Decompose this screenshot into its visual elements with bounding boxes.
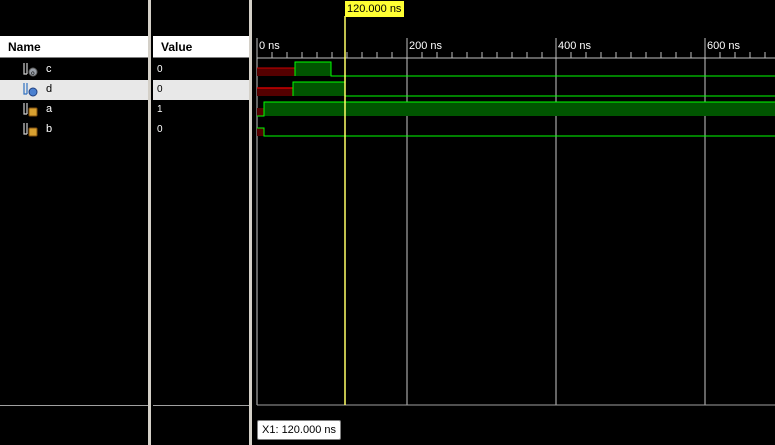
signal-value-c: 0 xyxy=(157,64,163,75)
signal-name-c: c xyxy=(46,63,52,75)
signal-value-a: 1 xyxy=(157,104,163,115)
panel-divider-left[interactable] xyxy=(148,0,151,445)
cursor-time-label[interactable]: 120.000 ns xyxy=(345,1,405,17)
signal-value-d: 0 xyxy=(157,84,163,95)
waveform-a xyxy=(257,101,775,117)
tick-label-400: 400 ns xyxy=(558,40,592,52)
waveform-b xyxy=(257,127,775,137)
tick-label-600: 600 ns xyxy=(707,40,741,52)
signal-input-icon xyxy=(22,102,40,118)
value-cell-b: 0 xyxy=(153,120,249,140)
tick-label-0: 0 ns xyxy=(259,40,280,52)
name-header-label: Name xyxy=(8,40,41,54)
signal-name-a: a xyxy=(46,103,53,115)
waveform-c xyxy=(257,61,775,77)
signal-input-icon xyxy=(22,122,40,138)
value-header-label: Value xyxy=(161,40,193,54)
waveform-canvas[interactable] xyxy=(252,0,775,445)
signal-row-b[interactable]: b xyxy=(0,120,148,140)
signal-value-b: 0 xyxy=(157,124,163,135)
signal-name-b: b xyxy=(46,123,53,135)
value-column-header[interactable]: Value xyxy=(153,36,249,58)
name-column-header[interactable]: Name xyxy=(0,36,148,58)
svg-text:o: o xyxy=(31,70,35,77)
signal-output-icon xyxy=(22,82,40,98)
left-footer-divider xyxy=(0,405,148,406)
value-cell-c: 0 xyxy=(153,60,249,80)
signal-name-d: d xyxy=(46,83,53,95)
time-ruler-ticks xyxy=(256,38,766,58)
signal-row-c[interactable]: o c xyxy=(0,60,148,80)
signal-row-d[interactable]: d xyxy=(0,80,148,100)
value-cell-a: 1 xyxy=(153,100,249,120)
waveform-d xyxy=(257,81,775,97)
value-footer-divider xyxy=(153,405,249,406)
signal-output-icon: o xyxy=(22,62,40,78)
cursor-readout: X1: 120.000 ns xyxy=(257,420,342,440)
value-cell-d: 0 xyxy=(153,80,249,100)
tick-label-200: 200 ns xyxy=(409,40,443,52)
waveform-svg xyxy=(256,16,775,406)
signal-row-a[interactable]: a xyxy=(0,100,148,120)
